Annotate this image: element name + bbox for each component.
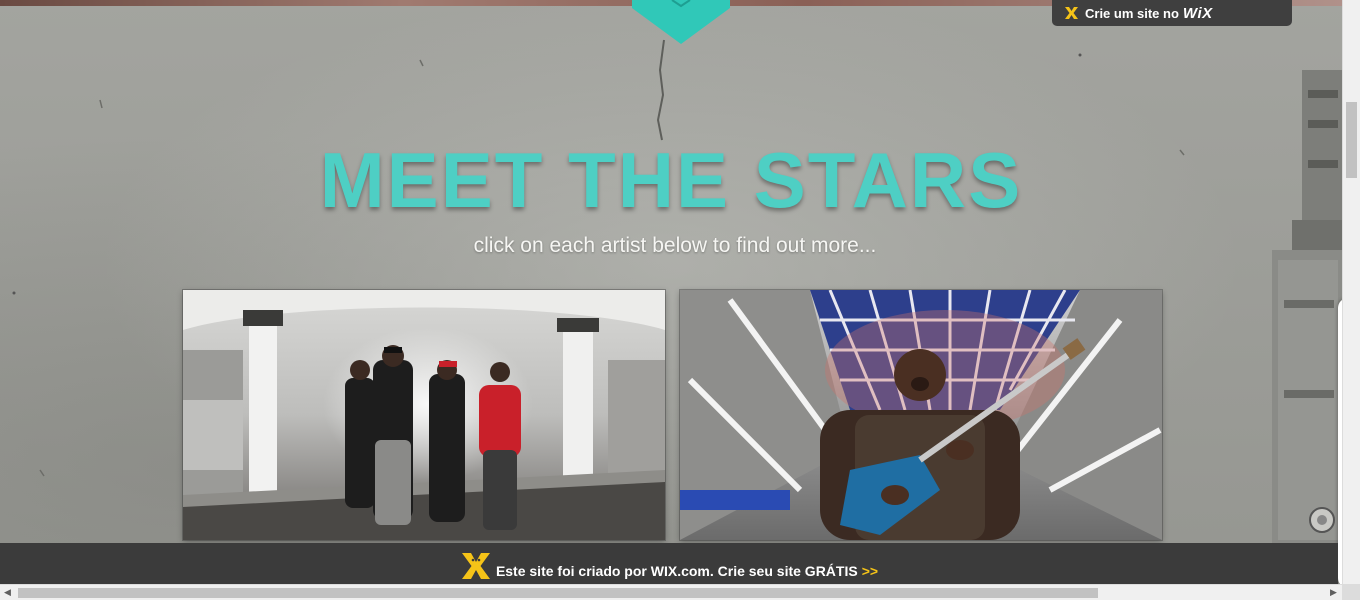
chevron-down-icon[interactable] [632, 0, 730, 44]
horizontal-scrollbar-thumb[interactable] [18, 588, 1098, 598]
create-site-text: Crie um site no [1085, 5, 1179, 21]
guitarist-subway-station [680, 290, 1162, 540]
wix-logo-text: WiX [1182, 4, 1213, 22]
wix-banner-arrows: >> [861, 563, 879, 579]
wix-footer-banner[interactable]: Este site foi criado por WIX.com. Crie s… [0, 543, 1338, 584]
wix-banner-text: Este site foi criado por WIX.com. Crie s… [495, 563, 858, 579]
page-title: MEET THE STARS [319, 136, 1023, 224]
create-site-badge[interactable]: Crie um site no WiX [1052, 0, 1292, 26]
scroll-left-icon[interactable]: ◀ [4, 587, 11, 598]
artist-card-group[interactable] [183, 290, 665, 540]
scrollbar-corner [1342, 584, 1360, 600]
scroll-right-icon[interactable]: ▶ [1330, 587, 1337, 598]
wix-x-icon [461, 553, 490, 579]
horizontal-scrollbar[interactable]: ◀ ▶ [0, 584, 1342, 600]
wall-pipe-decoration [1272, 70, 1342, 550]
group-photo-subway-platform [183, 290, 665, 540]
vertical-scrollbar[interactable] [1342, 0, 1360, 584]
page-subtitle: click on each artist below to find out m… [473, 234, 877, 257]
page-background: Crie um site no WiX MEET THE STARS click… [0, 0, 1342, 584]
wix-x-icon [1065, 7, 1078, 19]
vertical-scrollbar-thumb[interactable] [1346, 102, 1357, 178]
artist-card-guitarist[interactable] [680, 290, 1162, 540]
